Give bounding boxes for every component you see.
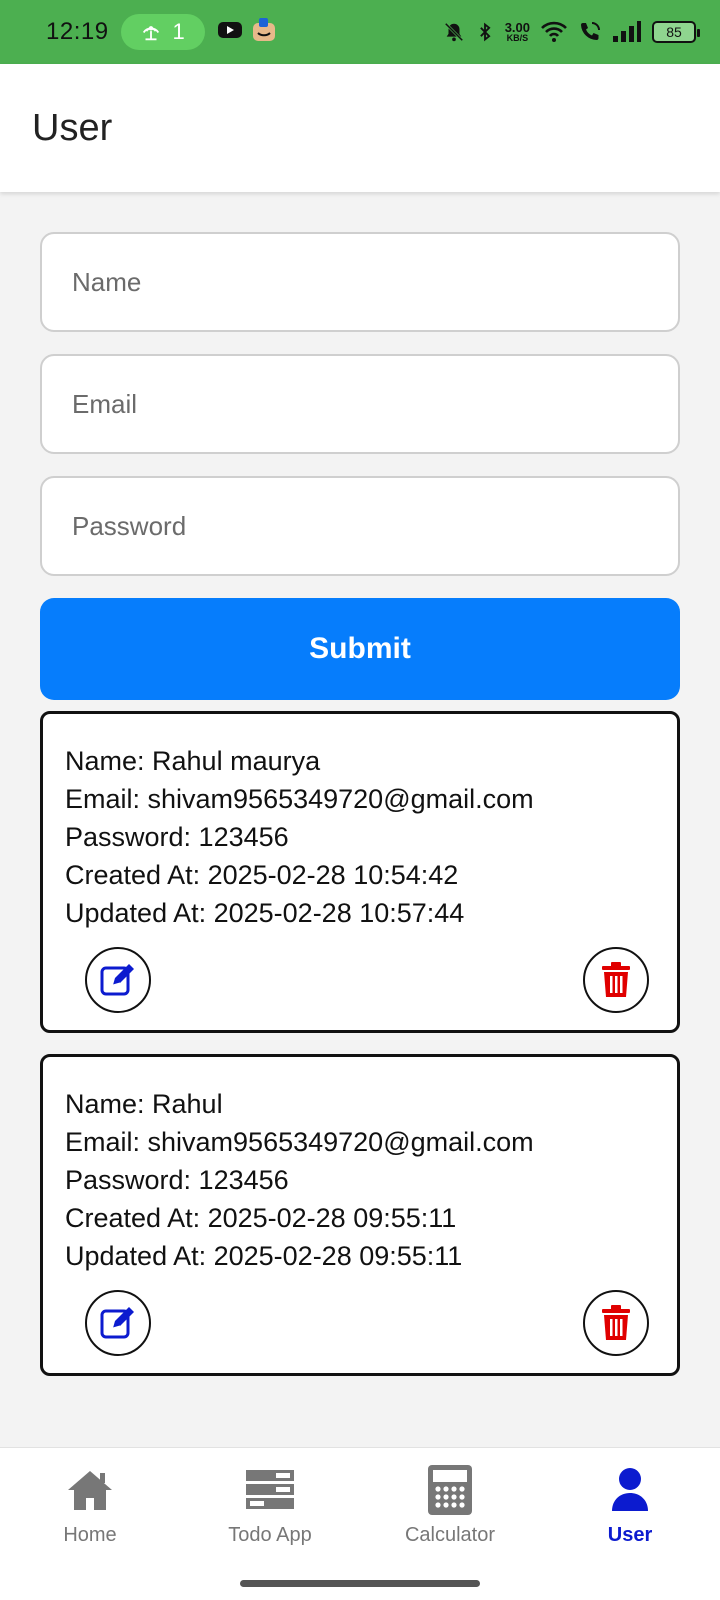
user-email: Email: shivam9565349720@gmail.com [65, 1127, 534, 1157]
user-details: Name: Rahul Email: shivam9565349720@gmai… [65, 1085, 534, 1275]
bluetooth-icon [479, 22, 491, 42]
nav-label-calculator: Calculator [404, 1524, 496, 1546]
page-title: User [32, 106, 113, 149]
user-created-at: Created At: 2025-02-28 09:55:11 [65, 1203, 457, 1233]
bottom-nav: Home Todo App Calculator User [0, 1447, 720, 1600]
hotspot-icon [143, 26, 160, 41]
battery-level: 85 [666, 24, 682, 40]
trash-icon [602, 962, 630, 997]
status-bar: 12:19 1 3.00 KB/S 85 [0, 0, 720, 64]
name-field[interactable] [40, 232, 680, 332]
user-updated-at: Updated At: 2025-02-28 10:57:44 [65, 898, 465, 928]
home-indicator[interactable] [240, 1580, 480, 1587]
user-details: Name: Rahul maurya Email: shivam95653497… [65, 742, 534, 932]
edit-icon [100, 964, 134, 996]
status-time: 12:19 [46, 18, 109, 45]
user-password: Password: 123456 [65, 1165, 289, 1195]
app-bar: User [0, 64, 720, 192]
calculator-icon [427, 1462, 473, 1518]
home-icon [66, 1462, 114, 1518]
nav-item-user[interactable]: User [540, 1462, 720, 1547]
edit-button[interactable] [85, 947, 151, 1013]
hotspot-count: 1 [172, 19, 185, 44]
nav-label-home: Home [63, 1524, 117, 1546]
submit-button[interactable]: Submit [40, 598, 680, 700]
delete-button[interactable] [583, 947, 649, 1013]
password-field[interactable] [40, 476, 680, 576]
youtube-icon [217, 20, 243, 45]
user-name: Name: Rahul [65, 1089, 223, 1119]
net-speed: 3.00 KB/S [505, 21, 530, 43]
user-name: Name: Rahul maurya [65, 746, 321, 776]
user-updated-at: Updated At: 2025-02-28 09:55:11 [65, 1241, 463, 1271]
user-password: Password: 123456 [65, 822, 289, 852]
user-card: Name: Rahul maurya Email: shivam95653497… [40, 711, 680, 1033]
user-icon [610, 1462, 650, 1518]
user-created-at: Created At: 2025-02-28 10:54:42 [65, 860, 459, 890]
hotspot-pill: 1 [120, 14, 205, 50]
edit-icon [100, 1307, 134, 1339]
nav-item-home[interactable]: Home [0, 1462, 180, 1547]
email-field[interactable] [40, 354, 680, 454]
edit-button[interactable] [85, 1290, 151, 1356]
delete-button[interactable] [583, 1290, 649, 1356]
nav-label-todo-app: Todo App [228, 1524, 312, 1546]
wifi-call-icon [581, 22, 600, 40]
user-email: Email: shivam9565349720@gmail.com [65, 784, 534, 814]
net-speed-unit: KB/S [506, 33, 529, 43]
mute-icon [444, 22, 463, 42]
user-card: Name: Rahul Email: shivam9565349720@gmai… [40, 1054, 680, 1376]
nav-item-todo-app[interactable]: Todo App [180, 1462, 360, 1547]
nav-label-user: User [607, 1524, 653, 1546]
trash-icon [602, 1305, 630, 1340]
status-right: 3.00 KB/S 85 [443, 20, 700, 44]
signal-icon [613, 21, 641, 42]
list-icon [244, 1462, 296, 1518]
app-icon [251, 17, 277, 48]
wifi-icon [541, 21, 567, 42]
nav-item-calculator[interactable]: Calculator [360, 1462, 540, 1547]
battery-icon: 85 [652, 21, 700, 43]
